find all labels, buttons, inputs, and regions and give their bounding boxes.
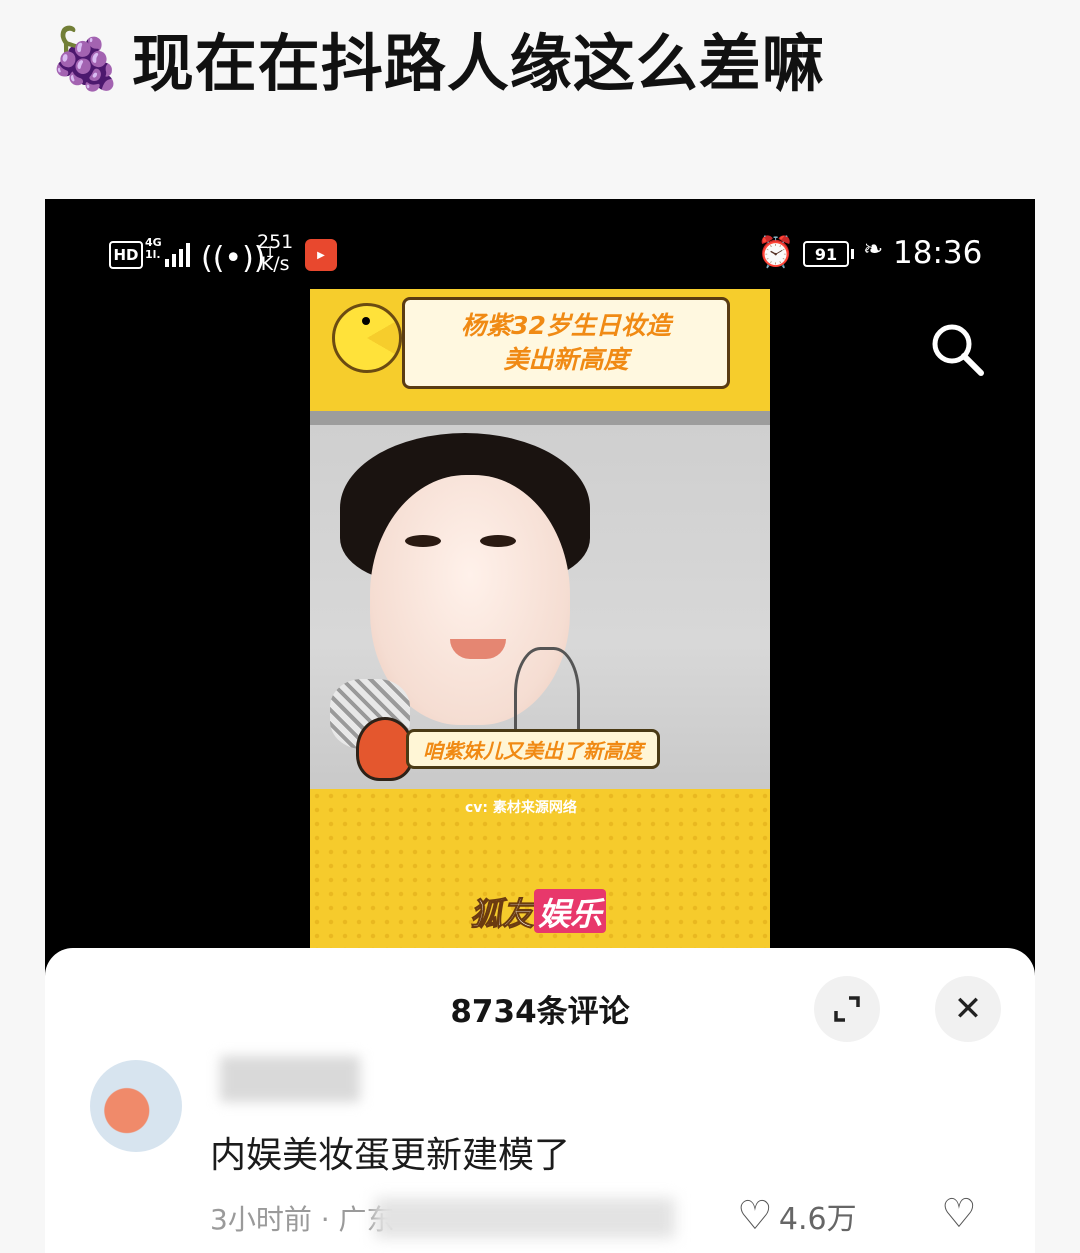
alarm-icon: ⏰ [757,235,795,270]
close-icon: ✕ [953,989,983,1029]
video-banner: 杨紫32岁生日妆造 美出新高度 [310,289,770,411]
like-count: 4.6万 [778,1202,857,1237]
search-icon[interactable] [927,319,987,379]
video-caption: 咱紫妹儿又美出了新高度 [406,729,660,769]
video-player[interactable]: 杨紫32岁生日妆造 美出新高度 咱紫妹儿又美出了新高度 cv: 素材来源网络 狐… [310,289,770,949]
video-credit: cv: 素材来源网络 [465,800,577,816]
comment-sheet: 8734条评论 ✕ 内娱美妆蛋更新建模了 3小时前 · 广东 ♡ 4.6万 ♡ [45,948,1035,1253]
comment-count: 8734条评论 [450,994,630,1030]
network-speed: 251 K/s [257,231,294,275]
power-saving-leaf-icon: ❧ [863,235,884,263]
banner-title: 杨紫32岁生日妆造 美出新高度 [402,297,730,389]
like-button[interactable]: ♡ 4.6万 [737,1194,857,1238]
battery-icon: 91 [803,241,854,267]
comment-time: 3小时前 [210,1203,312,1236]
status-time: 18:36 [893,235,983,271]
broken-heart-icon: ♡ [941,1191,977,1237]
app-notification-icon: ▶ [305,239,337,271]
dislike-button[interactable]: ♡ [941,1194,977,1234]
hd-icon: HD [109,241,143,269]
comment-text: 内娱美妆蛋更新建模了 [210,1135,571,1176]
username-redacted [220,1056,360,1102]
video-lower-panel: cv: 素材来源网络 狐友 娱乐 [310,789,770,949]
signal-bars-icon [165,241,190,267]
avatar[interactable] [90,1060,182,1152]
close-button[interactable]: ✕ [935,976,1001,1042]
reply-redacted [375,1198,675,1238]
brand-logo: 狐友 娱乐 [469,889,607,934]
portrait-photo: 咱紫妹儿又美出了新高度 [310,425,770,789]
post-title: 🍇 现在在抖路人缘这么差嘛 [48,18,825,101]
expand-button[interactable] [814,976,880,1042]
comment-meta: 3小时前 · 广东 [210,1203,395,1236]
grape-emoji: 🍇 [48,23,124,94]
status-bar: HD 4G 1l. ((•))1 251 K/s ▶ ⏰ 91 ❧ 18:36 [45,229,1035,281]
network-type: 4G 1l. [145,236,162,261]
post-title-text: 现在在抖路人缘这么差嘛 [131,27,825,100]
pacman-icon [332,303,402,373]
expand-icon [834,996,860,1022]
heart-icon: ♡ [737,1193,773,1239]
